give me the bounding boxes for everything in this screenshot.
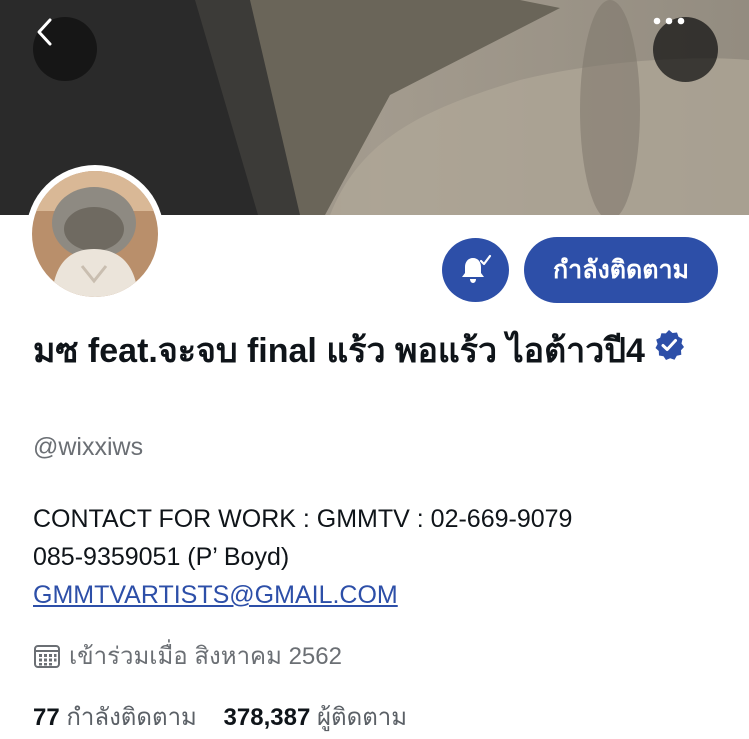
verified-badge-icon[interactable] (653, 324, 685, 376)
back-button[interactable] (33, 17, 97, 81)
followers-stat[interactable]: 378,387 ผู้ติดตาม (224, 697, 408, 736)
following-label: กำลังติดตาม (66, 704, 197, 731)
bio: CONTACT FOR WORK : GMMTV : 02-669-9079 0… (33, 500, 733, 614)
followers-label: ผู้ติดตาม (316, 704, 408, 731)
joined-date: เข้าร่วมเมื่อ สิงหาคม 2562 (33, 636, 342, 675)
notifications-button[interactable] (442, 238, 509, 302)
more-options-button[interactable] (653, 17, 718, 82)
display-name-text: มซ feat.จะจบ final แร้ว พอแร้ว ไอต้าวปี4 (33, 332, 645, 370)
user-handle: @wixxiws (33, 433, 144, 461)
joined-date-text: เข้าร่วมเมื่อ สิงหาคม 2562 (69, 643, 342, 670)
following-count: 77 (33, 704, 60, 731)
bio-line-contact: CONTACT FOR WORK : GMMTV : 02-669-9079 (33, 505, 573, 533)
avatar[interactable] (26, 165, 164, 303)
bio-line-phone: 085-9359051 (P’ Boyd) (33, 543, 290, 571)
calendar-icon (33, 643, 61, 669)
bell-check-icon (461, 254, 491, 283)
bio-email-link[interactable]: GMMTVARTISTS@GMAIL.COM (33, 576, 398, 614)
following-button-label: กำลังติดตาม (553, 256, 689, 284)
follow-stats: 77 กำลังติดตาม 378,387 ผู้ติดตาม (33, 697, 407, 736)
following-button[interactable]: กำลังติดตาม (524, 237, 718, 303)
followers-count: 378,387 (223, 704, 311, 731)
more-horizontal-icon (653, 17, 685, 25)
display-name: มซ feat.จะจบ final แร้ว พอแร้ว ไอต้าวปี4 (33, 325, 713, 379)
chevron-left-icon (37, 18, 52, 46)
avatar-image (32, 171, 158, 297)
following-stat[interactable]: 77 กำลังติดตาม (33, 697, 197, 736)
